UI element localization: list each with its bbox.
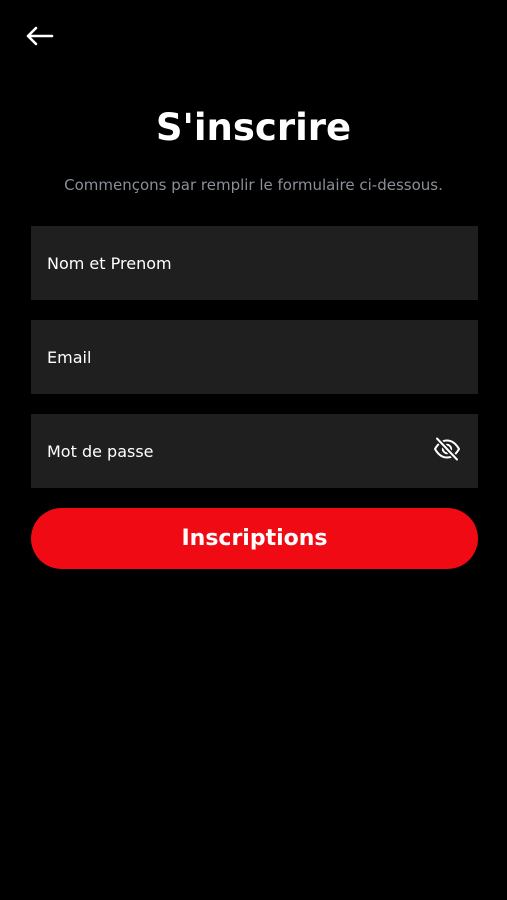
signup-submit-button[interactable]: Inscriptions (31, 508, 478, 569)
toggle-password-visibility-button[interactable] (432, 436, 462, 466)
page-subtitle: Commençons par remplir le formulaire ci-… (64, 176, 443, 194)
password-input[interactable] (47, 414, 424, 488)
password-field-container (31, 414, 478, 488)
page-title: S'inscrire (155, 106, 352, 149)
email-input[interactable] (47, 320, 462, 394)
arrow-left-icon (24, 26, 54, 46)
full-name-input[interactable] (47, 226, 462, 300)
name-field-container (31, 226, 478, 300)
back-button[interactable] (24, 20, 64, 52)
eye-off-icon (433, 436, 461, 465)
email-field-container (31, 320, 478, 394)
